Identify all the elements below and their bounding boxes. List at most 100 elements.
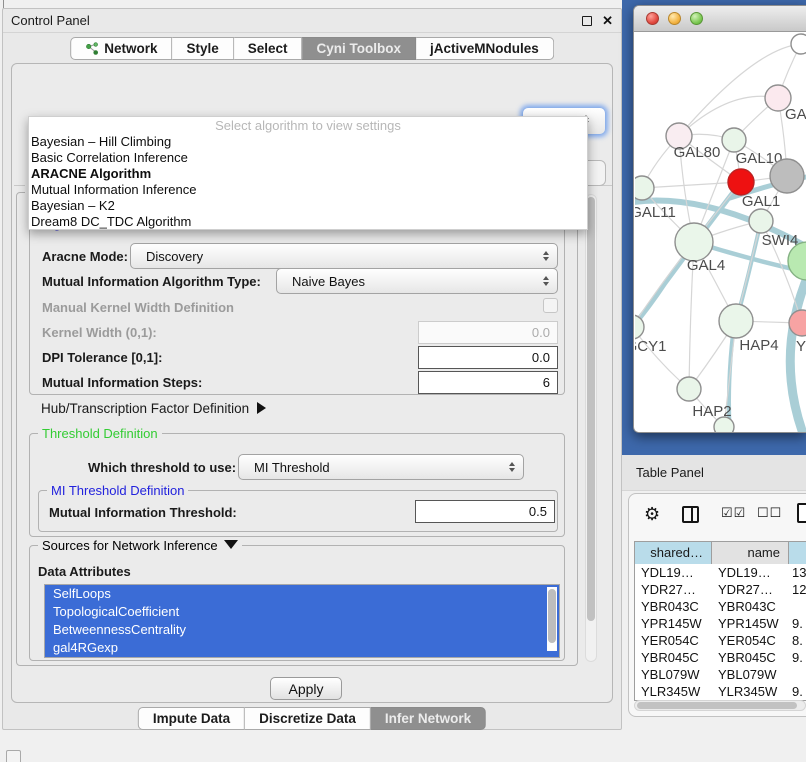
table-row[interactable]: YBR043CYBR043C (635, 598, 806, 615)
stepper-icon (509, 462, 515, 472)
tab-label: Discretize Data (259, 711, 356, 726)
tab-network[interactable]: Network (70, 37, 172, 60)
apply-button[interactable]: Apply (270, 677, 342, 700)
tab-select[interactable]: Select (234, 37, 303, 60)
minimized-panel-icon[interactable] (6, 750, 21, 762)
table-row[interactable]: YPR145WYPR145W9. (635, 615, 806, 632)
network-node[interactable] (770, 159, 804, 193)
algorithm-option[interactable]: Mutual Information Inference (29, 182, 587, 198)
algorithm-option[interactable]: ARACNE Algorithm (29, 166, 587, 182)
settings-vertical-scrollbar[interactable] (585, 194, 597, 662)
tab-discretize-data[interactable]: Discretize Data (245, 707, 371, 730)
mi-threshold-title: MI Threshold Definition (47, 483, 188, 498)
table-body: YDL19…YDL19…13YDR27…YDR27…12YBR043CYBR04… (635, 564, 806, 701)
mi-type-label: Mutual Information Algorithm Type: (42, 274, 261, 289)
table-row[interactable]: YER054CYER054C8. (635, 632, 806, 649)
mi-type-value: Naive Bayes (277, 274, 365, 289)
node-label: GAL80 (674, 144, 721, 161)
unchecked-columns-icon[interactable]: ☐☐ (757, 505, 782, 521)
scrollbar-thumb[interactable] (587, 197, 595, 621)
which-threshold-select[interactable]: MI Threshold (238, 454, 524, 480)
table-cell: YDR27… (712, 581, 789, 598)
dropdown-placeholder: Select algorithm to view settings (29, 117, 587, 134)
network-node-gal1[interactable] (728, 169, 754, 195)
sources-title[interactable]: Sources for Network Inference (38, 538, 242, 553)
minimize-traffic-light[interactable] (668, 12, 681, 25)
scrollbar-thumb[interactable] (548, 589, 556, 643)
attributes-scrollbar[interactable] (547, 587, 557, 651)
table-cell: YBL079W (635, 666, 712, 683)
attribute-item[interactable]: BetweennessCentrality (45, 621, 559, 639)
kernel-width-field[interactable]: 0.0 (418, 321, 558, 344)
algorithm-option[interactable]: Bayesian – Hill Climbing (29, 134, 587, 150)
tab-label: Cyni Toolbox (317, 41, 402, 56)
table-row[interactable]: YBR045CYBR045C9. (635, 649, 806, 666)
table-cell: YBR045C (635, 649, 712, 666)
network-canvas[interactable]: GALGAL80GAL10GAL1GAL11SWI4GAL4GCY1HAP4YH… (635, 33, 806, 433)
mi-threshold-value: 0.5 (529, 504, 547, 519)
table-row[interactable]: YBL079WYBL079W (635, 666, 806, 683)
network-node-hap2[interactable] (677, 377, 701, 401)
mi-steps-field[interactable]: 6 (418, 371, 558, 394)
hub-section-toggle[interactable]: Hub/Transcription Factor Definition (41, 401, 266, 416)
table-horizontal-scrollbar[interactable] (634, 700, 806, 711)
table-row[interactable]: YDR27…YDR27…12 (635, 581, 806, 598)
column-header[interactable] (789, 542, 806, 564)
tab-impute-data[interactable]: Impute Data (138, 707, 245, 730)
tab-label: Impute Data (153, 711, 230, 726)
table-cell: YBR043C (712, 598, 789, 615)
mi-threshold-group: MI Threshold Definition Mutual Informati… (38, 490, 558, 532)
attribute-item[interactable]: SelfLoops (45, 585, 559, 603)
column-header[interactable]: name (712, 542, 789, 564)
close-traffic-light[interactable] (646, 12, 659, 25)
network-node[interactable] (791, 34, 806, 54)
table-cell: YDL19… (635, 564, 712, 581)
document-icon[interactable] (797, 503, 806, 523)
manual-kernel-checkbox[interactable] (543, 298, 558, 313)
column-header[interactable]: shared… (635, 542, 712, 564)
table-cell: YLR345W (712, 683, 789, 700)
network-node-swi4[interactable] (749, 209, 773, 233)
network-node-gal11[interactable] (635, 176, 654, 200)
mi-threshold-field[interactable]: 0.5 (415, 500, 555, 523)
tab-cyni-toolbox[interactable]: Cyni Toolbox (303, 37, 417, 60)
sources-group: Sources for Network Inference Data Attri… (29, 545, 565, 661)
table-row[interactable]: YLR345WYLR345W9. (635, 683, 806, 700)
apply-label: Apply (288, 681, 323, 697)
zoom-traffic-light[interactable] (690, 12, 703, 25)
tab-infer-network[interactable]: Infer Network (371, 707, 486, 730)
algorithm-option[interactable]: Bayesian – K2 (29, 198, 587, 214)
node-label: GAL11 (635, 204, 676, 221)
algorithm-option[interactable]: Dream8 DC_TDC Algorithm (29, 214, 587, 230)
close-icon[interactable]: ✕ (602, 16, 613, 26)
aracne-mode-select[interactable]: Discovery (130, 243, 558, 269)
network-node-gal10[interactable] (722, 128, 746, 152)
gear-icon[interactable]: ⚙ (644, 502, 660, 526)
stepper-icon (543, 251, 549, 261)
cyni-algorithm-settings-group: Cyni Algorithm Settings Algorithm Defini… (16, 192, 578, 666)
network-node-hap4[interactable] (719, 304, 753, 338)
table-row[interactable]: YDL19…YDL19…13 (635, 564, 806, 581)
network-node[interactable] (714, 417, 734, 433)
sources-title-text: Sources for Network Inference (42, 538, 218, 553)
checked-columns-icon[interactable]: ☑☑ (721, 505, 746, 521)
network-node-gal4[interactable] (675, 223, 713, 261)
table-cell (789, 598, 806, 615)
cyni-toolbox-panel: Select algorithm to view settings Bayesi… (11, 63, 613, 703)
network-window-titlebar[interactable] (634, 6, 806, 32)
columns-icon[interactable] (682, 506, 699, 523)
scrollbar-thumb[interactable] (637, 702, 797, 709)
dpi-tolerance-field[interactable]: 0.0 (418, 346, 558, 369)
table-cell: 9. (789, 615, 806, 632)
algorithm-option[interactable]: Basic Correlation Inference (29, 150, 587, 166)
float-window-icon[interactable] (582, 16, 592, 26)
table-cell: YPR145W (712, 615, 789, 632)
mi-type-select[interactable]: Naive Bayes (276, 268, 558, 294)
attribute-item[interactable]: gal4RGexp (45, 639, 559, 657)
attribute-item[interactable]: TopologicalCoefficient (45, 603, 559, 621)
tab-style[interactable]: Style (172, 37, 233, 60)
table-panel-titlebar: Table Panel (622, 455, 806, 491)
network-node-gcy1[interactable] (635, 315, 644, 339)
table-cell: 9. (789, 649, 806, 666)
tab-jactivemnodules[interactable]: jActiveMNodules (416, 37, 554, 60)
